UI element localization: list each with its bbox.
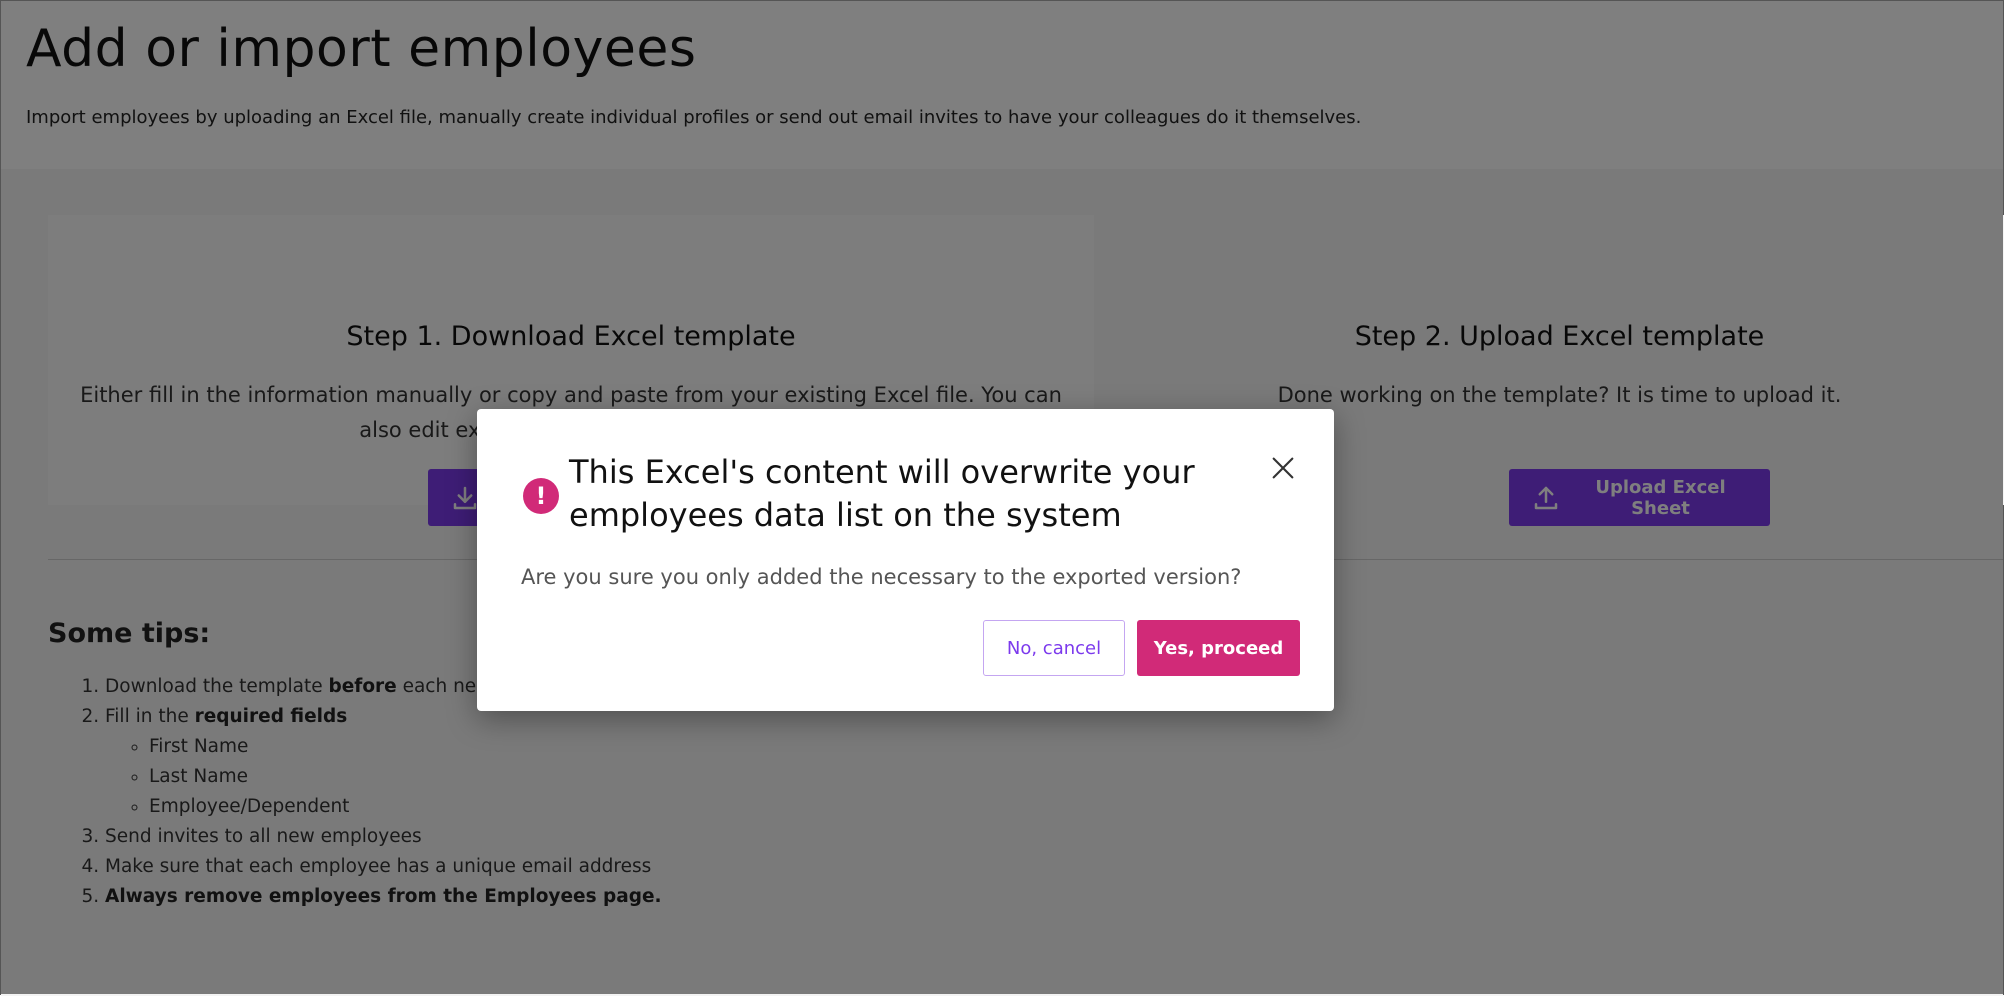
warning-icon: !: [523, 478, 559, 514]
proceed-button[interactable]: Yes, proceed: [1137, 620, 1300, 676]
cancel-button[interactable]: No, cancel: [983, 620, 1125, 676]
page: Add or import employees Import employees…: [0, 0, 2004, 996]
confirm-overwrite-dialog: ! This Excel's content will overwrite yo…: [477, 409, 1334, 711]
close-icon: [1272, 457, 1294, 479]
dialog-actions: No, cancel Yes, proceed: [983, 620, 1300, 676]
close-button[interactable]: [1267, 452, 1299, 484]
dialog-question: Are you sure you only added the necessar…: [521, 565, 1242, 589]
dialog-title: This Excel's content will overwrite your…: [569, 453, 1195, 534]
